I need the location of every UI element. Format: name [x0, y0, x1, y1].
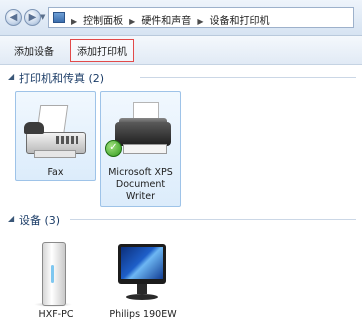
forward-arrow-icon[interactable]: ▶ — [24, 9, 41, 26]
add-device-button[interactable]: 添加设备 — [14, 43, 54, 58]
back-arrow-icon[interactable]: ◀ — [5, 9, 22, 26]
device-label: HXF-PC — [38, 309, 74, 320]
add-printer-button[interactable]: 添加打印机 — [70, 39, 134, 62]
device-label-line-3: Writer — [126, 191, 155, 202]
group-divider — [140, 77, 356, 78]
device-tile-hxf-pc[interactable]: HXF-PC — [20, 236, 92, 326]
breadcrumb: ▶ 控制面板 ▶ 硬件和声音 ▶ 设备和打印机 — [71, 12, 269, 27]
breadcrumb-devices-printers[interactable]: 设备和打印机 — [209, 16, 269, 27]
chevron-down-icon[interactable]: ◢ — [8, 72, 14, 81]
recent-pages-dropdown-icon[interactable]: ▼ — [40, 13, 45, 21]
chevron-right-icon[interactable]: ▶ — [71, 17, 77, 26]
device-label-line-2: Document — [115, 179, 166, 190]
printers-group-title: 打印机和传真 (2) — [19, 72, 105, 85]
chevron-down-icon[interactable]: ◢ — [8, 214, 14, 223]
device-label: Fax — [47, 167, 64, 178]
breadcrumb-hardware-sound[interactable]: 硬件和声音 — [141, 16, 191, 27]
monitor-icon — [110, 240, 174, 304]
device-tile-philips-monitor[interactable]: Philips 190EW — [102, 236, 184, 326]
device-label-line-1: Microsoft XPS — [108, 167, 173, 178]
device-tile-xps-writer[interactable]: ✓ Microsoft XPS Document Writer — [100, 91, 181, 207]
group-divider — [70, 219, 356, 220]
devices-group-title: 设备 (3) — [19, 214, 61, 227]
device-tile-fax[interactable]: Fax — [15, 91, 96, 181]
checkmark-icon: ✓ — [105, 140, 122, 157]
control-panel-icon — [53, 12, 65, 23]
breadcrumb-control-panel[interactable]: 控制面板 — [83, 16, 123, 27]
chevron-right-icon[interactable]: ▶ — [129, 17, 135, 26]
chevron-right-icon[interactable]: ▶ — [197, 17, 203, 26]
printers-group-header[interactable]: ◢ 打印机和传真 (2) — [0, 69, 362, 85]
command-bar: 添加设备 添加打印机 — [0, 36, 362, 65]
device-label: Philips 190EW — [109, 309, 177, 320]
address-bar: ◀ ▶ ▼ ▶ 控制面板 ▶ 硬件和声音 ▶ 设备和打印机 — [0, 0, 362, 36]
devices-group-header[interactable]: ◢ 设备 (3) — [0, 211, 362, 227]
address-box[interactable]: ▶ 控制面板 ▶ 硬件和声音 ▶ 设备和打印机 — [48, 7, 354, 28]
